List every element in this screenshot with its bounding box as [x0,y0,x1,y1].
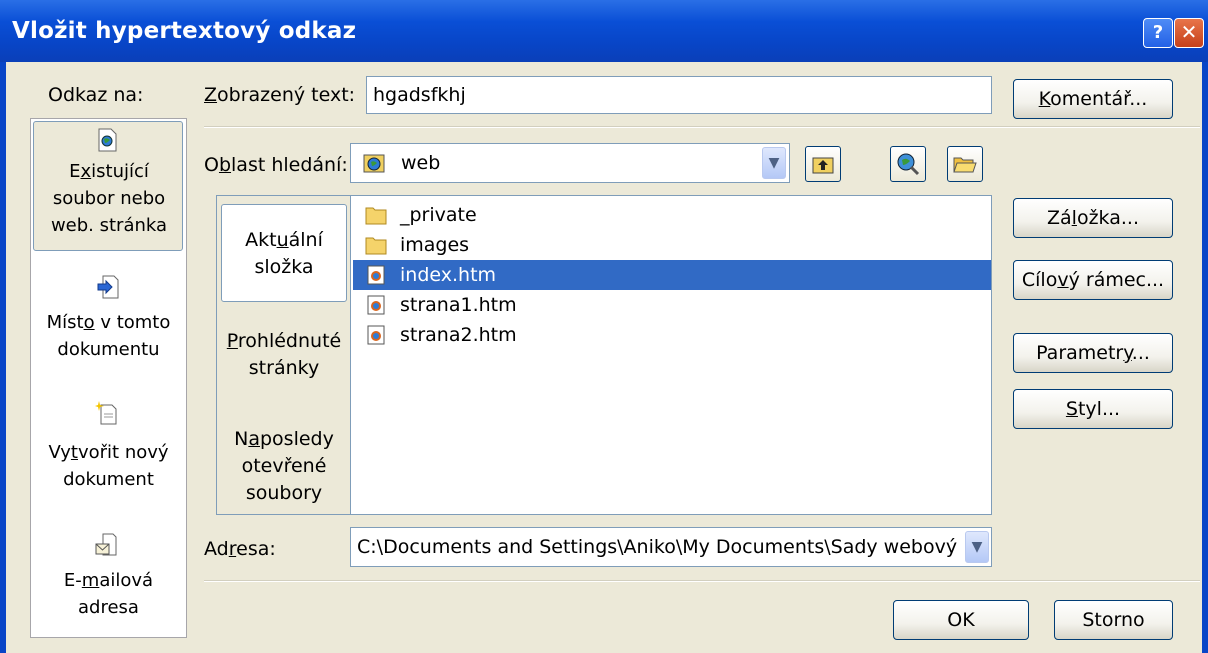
separator-top [204,126,1200,128]
new-document-icon [95,401,117,425]
link-to-email-label: E-mailová adresa [63,570,154,618]
address-dropdown-button[interactable]: ▼ [965,531,989,563]
help-button[interactable]: ? [1143,18,1173,48]
window-border-right [1202,62,1208,653]
address-label: Adresa: [204,538,276,560]
view-current-folder[interactable]: Aktuální složka [221,204,347,302]
list-item[interactable]: _private [353,200,991,230]
link-to-email[interactable]: E-mailová adresa [31,531,186,631]
chevron-down-icon: ▼ [768,155,780,171]
window-title: Vložit hypertextový odkaz [12,18,357,44]
cancel-button[interactable]: Storno [1054,600,1173,640]
ok-button[interactable]: OK [893,600,1029,640]
browse-web-icon [897,153,920,176]
separator-bottom [204,580,1200,582]
help-icon: ? [1152,22,1164,43]
up-one-folder-button[interactable] [805,146,841,182]
link-to-place-in-document[interactable]: Místo v tomto dokumentu [31,271,186,381]
display-text-label: Zobrazený text: [204,84,356,106]
open-folder-icon [953,157,977,173]
parameters-button[interactable]: Parametry... [1013,333,1173,373]
list-item[interactable]: strana2.htm [353,320,991,350]
link-to-existing-file[interactable]: Existující soubor nebo web. stránka [33,121,183,251]
link-to-new-label: Vytvořit nový dokument [48,442,169,490]
look-in-label: Oblast hledání: [204,154,348,176]
place-in-document-icon [97,275,119,299]
list-item[interactable]: strana1.htm [353,290,991,320]
browse-file-button[interactable] [947,146,983,182]
address-combo[interactable]: C:\Documents and Settings\Aniko\My Docum… [350,527,992,567]
title-bar[interactable]: Vložit hypertextový odkaz ? ✕ [0,0,1208,62]
style-button[interactable]: Styl... [1013,389,1173,429]
look-in-value: web [401,152,441,174]
link-to-new-document[interactable]: Vytvořit nový dokument [31,401,186,511]
look-in-dropdown-button[interactable]: ▼ [762,147,786,179]
link-to-label: Odkaz na: [48,84,144,106]
view-browsed-pages[interactable]: Prohlédnuté stránky [217,328,351,382]
close-icon: ✕ [1180,20,1198,44]
display-text-value: hgadsfkhj [373,84,466,106]
html-file-icon [367,265,385,285]
list-item[interactable]: images [353,230,991,260]
html-file-icon [367,325,385,345]
link-to-existing-label: Existující soubor nebo web. stránka [50,161,168,236]
web-file-icon [98,128,117,152]
address-value: C:\Documents and Settings\Aniko\My Docum… [357,536,958,558]
link-to-pane: Existující soubor nebo web. stránka Míst… [30,118,187,638]
view-tabs: Aktuální složka Prohlédnuté stránky Napo… [216,195,352,515]
up-folder-icon [812,157,834,174]
html-file-icon [367,295,385,315]
close-button[interactable]: ✕ [1174,18,1204,48]
display-text-input[interactable]: hgadsfkhj [366,76,992,114]
file-list[interactable]: _private images index.htm strana1.htm st… [350,195,992,515]
target-frame-button[interactable]: Cílový rámec... [1013,260,1173,300]
bookmark-button[interactable]: Záložka... [1013,198,1173,238]
list-item[interactable]: index.htm [353,260,991,290]
look-in-combo[interactable]: web ▼ [350,143,790,183]
folder-icon [365,237,387,255]
insert-hyperlink-dialog: Vložit hypertextový odkaz ? ✕ Odkaz na: … [0,0,1208,653]
chevron-down-icon: ▼ [971,539,983,555]
email-icon [95,533,117,556]
folder-icon [365,207,387,225]
web-folder-icon [363,154,385,173]
link-to-place-label: Místo v tomto dokumentu [46,312,171,360]
comment-button[interactable]: Komentář... [1013,79,1173,119]
browse-web-button[interactable] [890,146,926,182]
view-recent-files[interactable]: Naposledy otevřené soubory [217,426,351,507]
window-border-left [0,62,6,653]
